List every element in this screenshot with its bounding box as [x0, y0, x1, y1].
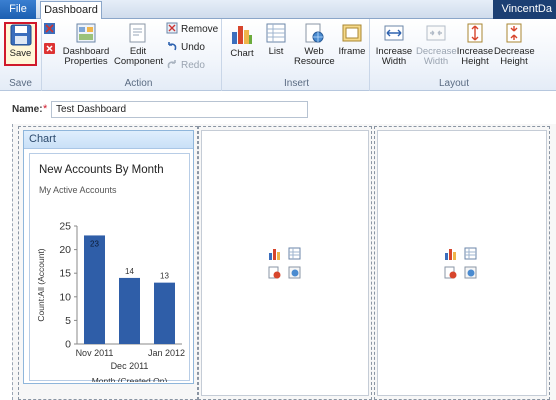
ribbon-group-insert: Chart List Web Resource Iframe Insert	[224, 19, 370, 91]
file-tab[interactable]: File	[0, 0, 36, 19]
y-tick-label: 15	[59, 268, 71, 280]
y-tick-label: 5	[65, 315, 71, 327]
delete-icon[interactable]	[44, 43, 55, 57]
insert-options-3	[444, 247, 480, 281]
redo-icon	[167, 60, 176, 69]
y-tick-label: 20	[59, 244, 71, 256]
undo-button[interactable]: Undo	[166, 40, 205, 56]
save-button-label: Save	[9, 48, 32, 59]
increase-height-label-2: Height	[461, 56, 489, 67]
zone-list-icon[interactable]	[464, 247, 477, 260]
bar	[84, 235, 105, 344]
decrease-width-icon	[426, 25, 446, 41]
y-tick-label: 10	[59, 291, 71, 303]
user-name[interactable]: VincentDa	[493, 0, 556, 19]
bar	[119, 277, 140, 344]
dashboard-properties-label-2: Properties	[64, 56, 108, 67]
insert-list-button[interactable]: List	[262, 22, 290, 57]
group-label-insert: Insert	[283, 78, 309, 89]
save-button[interactable]: Save	[4, 22, 37, 66]
undo-label: Undo	[181, 42, 205, 53]
ribbon-group-action: Dashboard Properties Edit Component Remo…	[56, 19, 222, 91]
ribbon-group-save: Save Save	[0, 19, 55, 91]
tab-dashboard[interactable]: Dashboard	[40, 1, 102, 20]
edit-component-icon	[129, 23, 146, 43]
redo-button[interactable]: Redo	[166, 58, 205, 74]
insert-iframe-button[interactable]: Iframe	[337, 22, 367, 57]
remove-button[interactable]: Remove	[166, 22, 218, 38]
web-resource-icon	[305, 23, 324, 43]
increase-height-icon	[467, 23, 483, 43]
increase-height-button[interactable]: Increase Height	[456, 22, 494, 67]
bar	[154, 282, 175, 344]
ribbon: Save Save Dashboard Properties Edit Comp…	[0, 19, 556, 91]
y-axis-title: Count:All (Account)	[36, 248, 46, 321]
x-tick-label: Jan 2012	[148, 348, 185, 358]
iframe-icon	[342, 24, 362, 42]
chart-button-label: Chart	[230, 48, 254, 59]
x-axis-title: Month (Created On)	[92, 376, 168, 382]
chart-icon	[232, 26, 252, 44]
remove-label: Remove	[181, 24, 219, 35]
list-icon	[266, 23, 286, 43]
save-icon	[10, 24, 31, 46]
insert-options-2	[268, 247, 304, 281]
zone-chart-icon[interactable]	[444, 247, 457, 260]
ribbon-group-layout: Increase Width Decrease Width Increase H…	[372, 19, 536, 91]
required-indicator: *	[43, 103, 48, 115]
list-button-label: List	[268, 46, 284, 57]
undo-icon	[168, 42, 177, 51]
decrease-height-label-2: Height	[500, 56, 528, 67]
zone-web-resource-icon[interactable]	[444, 266, 457, 279]
data-label: 13	[160, 272, 169, 281]
x-tick-label: Nov 2011	[76, 348, 114, 358]
chart-component[interactable]: Chart New Accounts By Month My Active Ac…	[23, 130, 194, 384]
increase-width-icon	[384, 25, 404, 41]
ribbon-tab-bar: File Dashboard VincentDa	[0, 0, 556, 20]
web-resource-label-2: Resource	[294, 56, 335, 67]
decrease-width-label-2: Width	[423, 56, 449, 67]
save-and-close-icon[interactable]	[44, 23, 55, 37]
chart-body: New Accounts By Month My Active Accounts…	[29, 153, 190, 383]
zone-iframe-icon[interactable]	[464, 266, 477, 279]
empty-component-zone-3[interactable]	[377, 130, 547, 396]
bar-chart: 0 5 10 15 20 25 23 14 13 Nov 2011 Jan 2012 Dec 2011…	[36, 221, 185, 383]
group-label-action: Action	[124, 78, 153, 89]
name-label: Name:	[12, 104, 43, 115]
name-input[interactable]	[51, 101, 308, 118]
edit-component-button[interactable]: Edit Component	[114, 22, 164, 67]
decrease-width-button[interactable]: Decrease Width	[416, 22, 457, 67]
increase-width-button[interactable]: Increase Width	[374, 22, 414, 67]
y-tick-label: 25	[59, 221, 71, 233]
redo-label: Redo	[181, 60, 205, 71]
y-tick-label: 0	[65, 339, 71, 351]
decrease-height-icon	[506, 23, 522, 43]
group-label-save: Save	[9, 78, 32, 89]
chart-component-header[interactable]: Chart	[24, 131, 193, 149]
insert-chart-button[interactable]: Chart	[227, 22, 257, 59]
remove-icon	[166, 22, 178, 34]
zone-chart-icon[interactable]	[268, 247, 281, 260]
zone-list-icon[interactable]	[288, 247, 301, 260]
iframe-button-label: Iframe	[338, 46, 366, 57]
data-label: 23	[90, 239, 99, 248]
data-label: 14	[125, 267, 134, 276]
edit-component-label-2: Component	[114, 56, 164, 67]
zone-iframe-icon[interactable]	[288, 266, 301, 279]
decrease-height-button[interactable]: Decrease Height	[494, 22, 535, 67]
name-row: Name: *	[0, 92, 556, 122]
group-label-layout: Layout	[438, 78, 470, 89]
insert-web-resource-button[interactable]: Web Resource	[294, 22, 335, 67]
empty-component-zone-2[interactable]	[201, 130, 369, 396]
zone-web-resource-icon[interactable]	[268, 266, 281, 279]
increase-width-label-2: Width	[381, 56, 407, 67]
dashboard-properties-icon	[76, 23, 96, 43]
dashboard-properties-button[interactable]: Dashboard Properties	[62, 22, 110, 67]
x-tick-label: Dec 2011	[111, 361, 149, 371]
